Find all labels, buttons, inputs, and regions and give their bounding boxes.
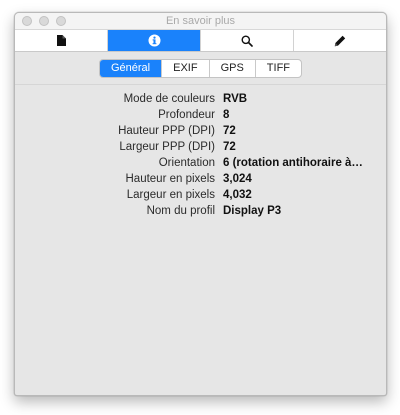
property-row-pixel-width: Largeur en pixels 4,032 — [15, 187, 386, 203]
property-row-dpi-height: Hauteur PPP (DPI) 72 — [15, 123, 386, 139]
property-label: Largeur PPP (DPI) — [119, 141, 215, 153]
tabs-row: Général EXIF GPS TIFF — [15, 52, 386, 85]
metadata-tabs: Général EXIF GPS TIFF — [98, 58, 303, 78]
property-label: Largeur en pixels — [126, 189, 215, 201]
property-value: RVB — [223, 93, 248, 105]
property-value: 3,024 — [223, 173, 252, 185]
inspector-toolbar — [15, 30, 386, 52]
property-row-profile-name: Nom du profil Display P3 — [15, 203, 386, 219]
search-icon — [241, 35, 253, 47]
property-value: 6 (rotation antihoraire à… — [223, 157, 363, 169]
pencil-icon — [334, 35, 346, 47]
search-button[interactable] — [201, 30, 294, 51]
property-label: Mode de couleurs — [123, 93, 215, 105]
property-row-dpi-width: Largeur PPP (DPI) 72 — [15, 139, 386, 155]
tab-tiff[interactable]: TIFF — [254, 59, 301, 77]
property-row-pixel-height: Hauteur en pixels 3,024 — [15, 171, 386, 187]
property-value: 8 — [223, 109, 230, 121]
document-icon — [56, 35, 66, 46]
property-label: Hauteur en pixels — [125, 173, 216, 185]
window-title: En savoir plus — [165, 15, 236, 27]
edit-button[interactable] — [294, 30, 386, 51]
property-label: Profondeur — [158, 109, 215, 121]
property-value: 72 — [223, 141, 236, 153]
info-window: En savoir plus Général EXIF GPS TIFF Mod… — [14, 12, 387, 396]
property-value: Display P3 — [223, 205, 282, 217]
property-label: Nom du profil — [146, 205, 215, 217]
property-row-color-model: Mode de couleurs RVB — [15, 91, 386, 107]
general-info-button[interactable] — [15, 30, 108, 51]
properties-list: Mode de couleurs RVB Profondeur 8 Hauteu… — [15, 91, 386, 219]
property-row-orientation: Orientation 6 (rotation antihoraire à… — [15, 155, 386, 171]
property-row-depth: Profondeur 8 — [15, 107, 386, 123]
more-info-button[interactable] — [108, 30, 201, 51]
property-value: 4,032 — [223, 189, 252, 201]
property-value: 72 — [223, 125, 236, 137]
info-icon — [148, 34, 161, 47]
tab-general[interactable]: Général — [99, 59, 162, 77]
tab-exif[interactable]: EXIF — [161, 59, 208, 77]
tab-gps[interactable]: GPS — [208, 59, 255, 77]
property-label: Orientation — [158, 157, 215, 169]
property-label: Hauteur PPP (DPI) — [118, 125, 215, 137]
title-bar[interactable]: En savoir plus — [15, 13, 386, 30]
